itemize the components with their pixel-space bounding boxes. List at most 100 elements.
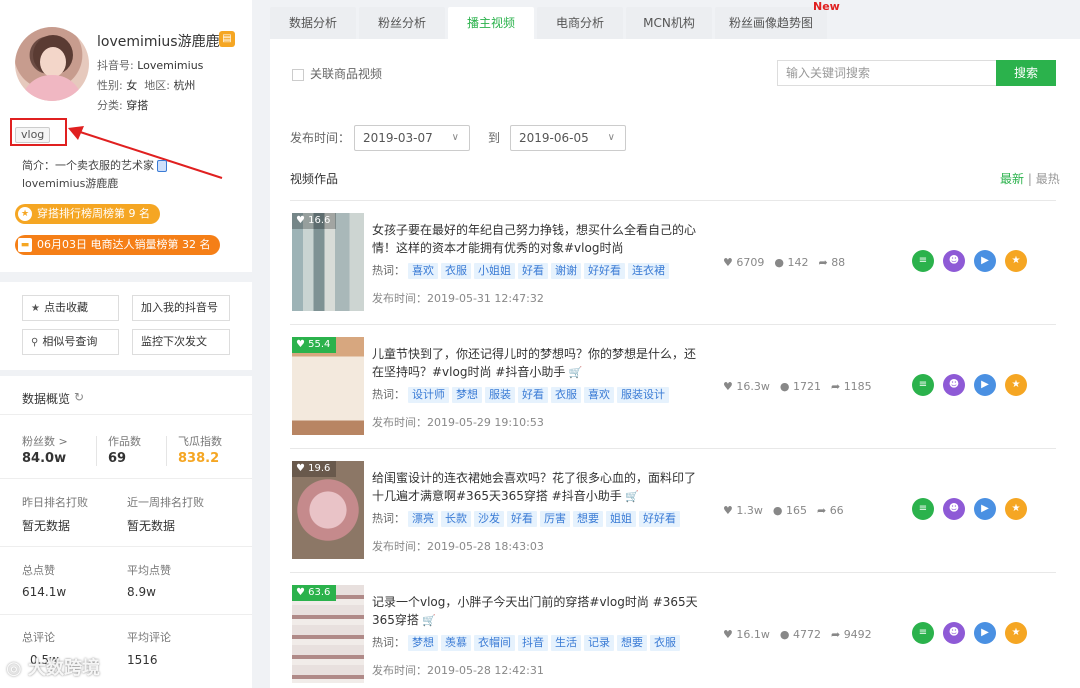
share-icon: ➦	[830, 380, 844, 393]
tab-data-analysis[interactable]: 数据分析	[270, 7, 356, 39]
cart-icon[interactable]: 🛒	[565, 366, 583, 379]
video-thumbnail[interactable]: ♥ 16.6	[292, 213, 364, 311]
keyword-tag[interactable]: 小姐姐	[474, 263, 515, 279]
keyword-tag[interactable]: 衣帽间	[474, 635, 515, 651]
avatar[interactable]	[15, 27, 89, 101]
keyword-tag[interactable]: 生活	[551, 635, 581, 651]
video-title[interactable]: 女孩子要在最好的年纪自己努力挣钱，想买什么全看自己的心情！这样的资本才能拥有优秀…	[372, 221, 702, 257]
fans-label[interactable]: 粉丝数 >	[22, 433, 68, 449]
comment-icon: ●	[774, 256, 788, 269]
favorite-icon[interactable]: ★	[1005, 498, 1027, 520]
fans-icon[interactable]: ☻	[943, 622, 965, 644]
shares-count: ➦ 1185	[830, 380, 872, 393]
similar-search-button[interactable]: ⚲ 相似号查询	[22, 329, 119, 355]
keyword-tag[interactable]: 厉害	[540, 511, 570, 527]
keyword-tag[interactable]: 好看	[507, 511, 537, 527]
play-icon[interactable]: ▶	[974, 374, 996, 396]
detail-icon[interactable]: ≡	[912, 498, 934, 520]
keyword-tag[interactable]: 抖音	[518, 635, 548, 651]
video-row[interactable]: ♥ 19.6 给闺蜜设计的连衣裙她会喜欢吗？花了很多心血的，面料印了十几遍才满意啊…	[290, 448, 1056, 572]
keyword-tag[interactable]: 服装设计	[617, 387, 669, 403]
keyword-tag[interactable]: 漂亮	[408, 511, 438, 527]
video-row[interactable]: ♥ 16.6 女孩子要在最好的年纪自己努力挣钱，想买什么全看自己的心情！这样的资本…	[290, 200, 1056, 324]
tab-creator-videos[interactable]: 播主视频	[448, 7, 534, 39]
cart-icon[interactable]: 🛒	[622, 490, 639, 503]
play-icon[interactable]: ▶	[974, 622, 996, 644]
category-line: 分类: 穿搭	[97, 99, 149, 112]
keyword-tag[interactable]: 喜欢	[408, 263, 438, 279]
comments-count: ● 142	[774, 256, 809, 269]
week-rank-value: 暂无数据	[127, 519, 176, 533]
keyword-tag[interactable]: 羡慕	[441, 635, 471, 651]
fans-icon[interactable]: ☻	[943, 250, 965, 272]
avg-comments-label: 平均评论	[127, 631, 171, 644]
keyword-tag[interactable]: 衣服	[551, 387, 581, 403]
keyword-tag[interactable]: 姐姐	[606, 511, 636, 527]
new-badge: New	[813, 0, 840, 13]
detail-icon[interactable]: ≡	[912, 374, 934, 396]
search-input[interactable]: 输入关键词搜索	[777, 60, 997, 86]
detail-icon[interactable]: ≡	[912, 622, 934, 644]
checkbox[interactable]	[292, 68, 304, 81]
keyword-tag[interactable]: 谢谢	[551, 263, 581, 279]
cart-icon[interactable]: 🛒	[419, 614, 436, 627]
video-row[interactable]: ♥ 63.6 记录一个vlog，小胖子今天出门前的穿搭#vlog时尚 #365天3…	[290, 572, 1056, 688]
video-title[interactable]: 儿童节快到了，你还记得儿时的梦想吗？你的梦想是什么，还在坚持吗？#vlog时尚 …	[372, 345, 702, 382]
keyword-tag[interactable]: 喜欢	[584, 387, 614, 403]
like-icon: ♥	[723, 504, 737, 517]
keyword-tag[interactable]: 好好看	[584, 263, 625, 279]
play-icon[interactable]: ▶	[974, 250, 996, 272]
monitor-button[interactable]: 监控下次发文	[132, 329, 230, 355]
keyword-tag[interactable]: 沙发	[474, 511, 504, 527]
rank-weekly-badge[interactable]: ★ 穿搭排行榜周榜第 9 名	[15, 204, 160, 224]
video-stats: ♥ 16.3w ● 1721 ➦ 1185	[723, 380, 882, 393]
video-row[interactable]: ♥ 55.4 儿童节快到了，你还记得儿时的梦想吗？你的梦想是什么，还在坚持吗？#v…	[290, 324, 1056, 448]
video-title[interactable]: 给闺蜜设计的连衣裙她会喜欢吗？花了很多心血的，面料印了十几遍才满意啊#365天3…	[372, 469, 702, 506]
keyword-tag[interactable]: 衣服	[441, 263, 471, 279]
date-to-select[interactable]: 2019-06-05 ∨	[510, 125, 626, 151]
keyword-tag[interactable]: 衣服	[650, 635, 680, 651]
publish-time: 发布时间：2019-05-28 12:42:31	[372, 664, 544, 677]
favorite-icon[interactable]: ★	[1005, 374, 1027, 396]
sort-hot[interactable]: 最热	[1036, 172, 1060, 186]
keyword-tag[interactable]: 好看	[518, 263, 548, 279]
keyword-tag[interactable]: 长款	[441, 511, 471, 527]
play-icon[interactable]: ▶	[974, 498, 996, 520]
score-badge: ♥ 55.4	[292, 337, 337, 353]
search-button[interactable]: 搜索	[996, 60, 1056, 86]
video-title[interactable]: 记录一个vlog，小胖子今天出门前的穿搭#vlog时尚 #365天365穿搭 🛒	[372, 593, 702, 630]
related-goods-filter[interactable]: 关联商品视频	[292, 65, 382, 82]
tab-mcn[interactable]: MCN机构	[626, 7, 712, 39]
section-title: 视频作品	[290, 172, 339, 186]
detail-icon[interactable]: ≡	[912, 250, 934, 272]
keyword-tag[interactable]: 设计师	[408, 387, 449, 403]
score-badge: ♥ 63.6	[292, 585, 337, 601]
keyword-tag[interactable]: 好好看	[639, 511, 680, 527]
keyword-tag[interactable]: 想要	[617, 635, 647, 651]
keyword-tag[interactable]: 梦想	[452, 387, 482, 403]
add-account-button[interactable]: 加入我的抖音号	[132, 295, 230, 321]
fans-icon[interactable]: ☻	[943, 498, 965, 520]
share-icon: ➦	[818, 256, 832, 269]
keyword-tag[interactable]: 服装	[485, 387, 515, 403]
favorite-button[interactable]: ★ 点击收藏	[22, 295, 119, 321]
video-thumbnail[interactable]: ♥ 19.6	[292, 461, 364, 559]
tab-fans-portrait[interactable]: 粉丝画像趋势图	[715, 7, 827, 39]
date-from-select[interactable]: 2019-03-07 ∨	[354, 125, 470, 151]
favorite-icon[interactable]: ★	[1005, 250, 1027, 272]
rank-ecommerce-badge[interactable]: ▬ 06月03日 电商达人销量榜第 32 名	[15, 235, 221, 255]
video-thumbnail[interactable]: ♥ 55.4	[292, 337, 364, 435]
keyword-tag[interactable]: 梦想	[408, 635, 438, 651]
refresh-icon[interactable]: ↻	[74, 390, 84, 404]
keyword-tag[interactable]: 好看	[518, 387, 548, 403]
favorite-icon[interactable]: ★	[1005, 622, 1027, 644]
video-thumbnail[interactable]: ♥ 63.6	[292, 585, 364, 683]
shares-count: ➦ 66	[816, 504, 844, 517]
tab-ecommerce[interactable]: 电商分析	[537, 7, 623, 39]
keyword-tag[interactable]: 想要	[573, 511, 603, 527]
fans-icon[interactable]: ☻	[943, 374, 965, 396]
keyword-tag[interactable]: 连衣裙	[628, 263, 669, 279]
keyword-tag[interactable]: 记录	[584, 635, 614, 651]
sort-latest[interactable]: 最新	[1000, 172, 1024, 186]
tab-fans-analysis[interactable]: 粉丝分析	[359, 7, 445, 39]
